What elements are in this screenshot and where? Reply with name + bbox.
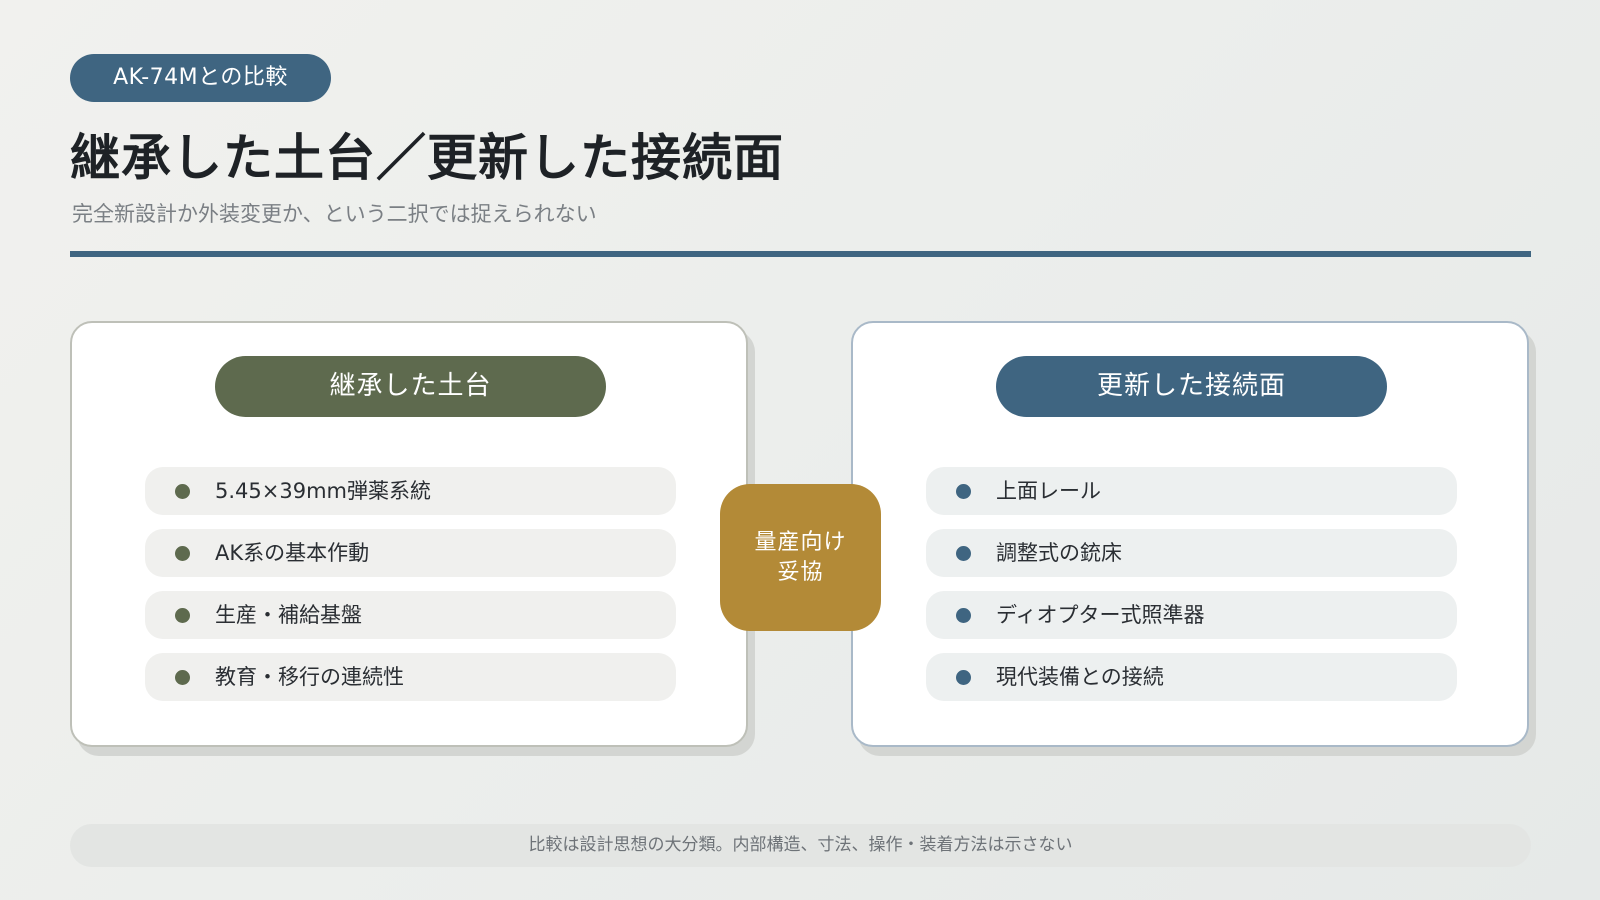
list-item: 上面レール <box>926 467 1457 515</box>
bullet-icon <box>175 546 190 561</box>
updated-interface-panel: 更新した接続面 上面レール 調整式の銃床 ディオプター式照準器 現代装備との接続 <box>851 321 1529 747</box>
list-item: 5.45×39mm弾薬系統 <box>145 467 676 515</box>
list-item: 生産・補給基盤 <box>145 591 676 639</box>
list-item-label: ディオプター式照準器 <box>996 603 1205 627</box>
inherited-foundation-list: 5.45×39mm弾薬系統 AK系の基本作動 生産・補給基盤 教育・移行の連続性 <box>145 467 676 715</box>
list-item-label: 生産・補給基盤 <box>215 603 362 627</box>
inherited-foundation-header: 継承した土台 <box>215 356 606 417</box>
updated-interface-list: 上面レール 調整式の銃床 ディオプター式照準器 現代装備との接続 <box>926 467 1457 715</box>
list-item: AK系の基本作動 <box>145 529 676 577</box>
inherited-foundation-panel: 継承した土台 5.45×39mm弾薬系統 AK系の基本作動 生産・補給基盤 教育… <box>70 321 748 747</box>
compromise-badge: 量産向け 妥協 <box>720 484 881 631</box>
list-item-label: AK系の基本作動 <box>215 541 370 565</box>
bullet-icon <box>175 608 190 623</box>
list-item-label: 現代装備との接続 <box>996 665 1164 689</box>
footer-note: 比較は設計思想の大分類。内部構造、寸法、操作・装着方法は示さない <box>70 824 1531 867</box>
list-item-label: 調整式の銃床 <box>996 541 1122 565</box>
list-item-label: 上面レール <box>996 479 1101 503</box>
list-item: 現代装備との接続 <box>926 653 1457 701</box>
bullet-icon <box>956 546 971 561</box>
updated-interface-header: 更新した接続面 <box>996 356 1387 417</box>
list-item: 調整式の銃床 <box>926 529 1457 577</box>
slide: AK-74Mとの比較 継承した土台／更新した接続面 完全新設計か外装変更か、とい… <box>0 0 1600 900</box>
bullet-icon <box>175 670 190 685</box>
list-item-label: 5.45×39mm弾薬系統 <box>215 479 431 503</box>
compromise-badge-line2: 妥協 <box>777 559 824 585</box>
bullet-icon <box>956 484 971 499</box>
bullet-icon <box>175 484 190 499</box>
list-item: ディオプター式照準器 <box>926 591 1457 639</box>
page-title: 継承した土台／更新した接続面 <box>70 129 784 187</box>
topic-tag: AK-74Mとの比較 <box>70 54 331 102</box>
title-divider <box>70 251 1531 257</box>
page-subtitle: 完全新設計か外装変更か、という二択では捉えられない <box>72 202 597 226</box>
compromise-badge-line1: 量産向け <box>754 529 847 555</box>
list-item: 教育・移行の連続性 <box>145 653 676 701</box>
list-item-label: 教育・移行の連続性 <box>215 665 404 689</box>
bullet-icon <box>956 608 971 623</box>
bullet-icon <box>956 670 971 685</box>
